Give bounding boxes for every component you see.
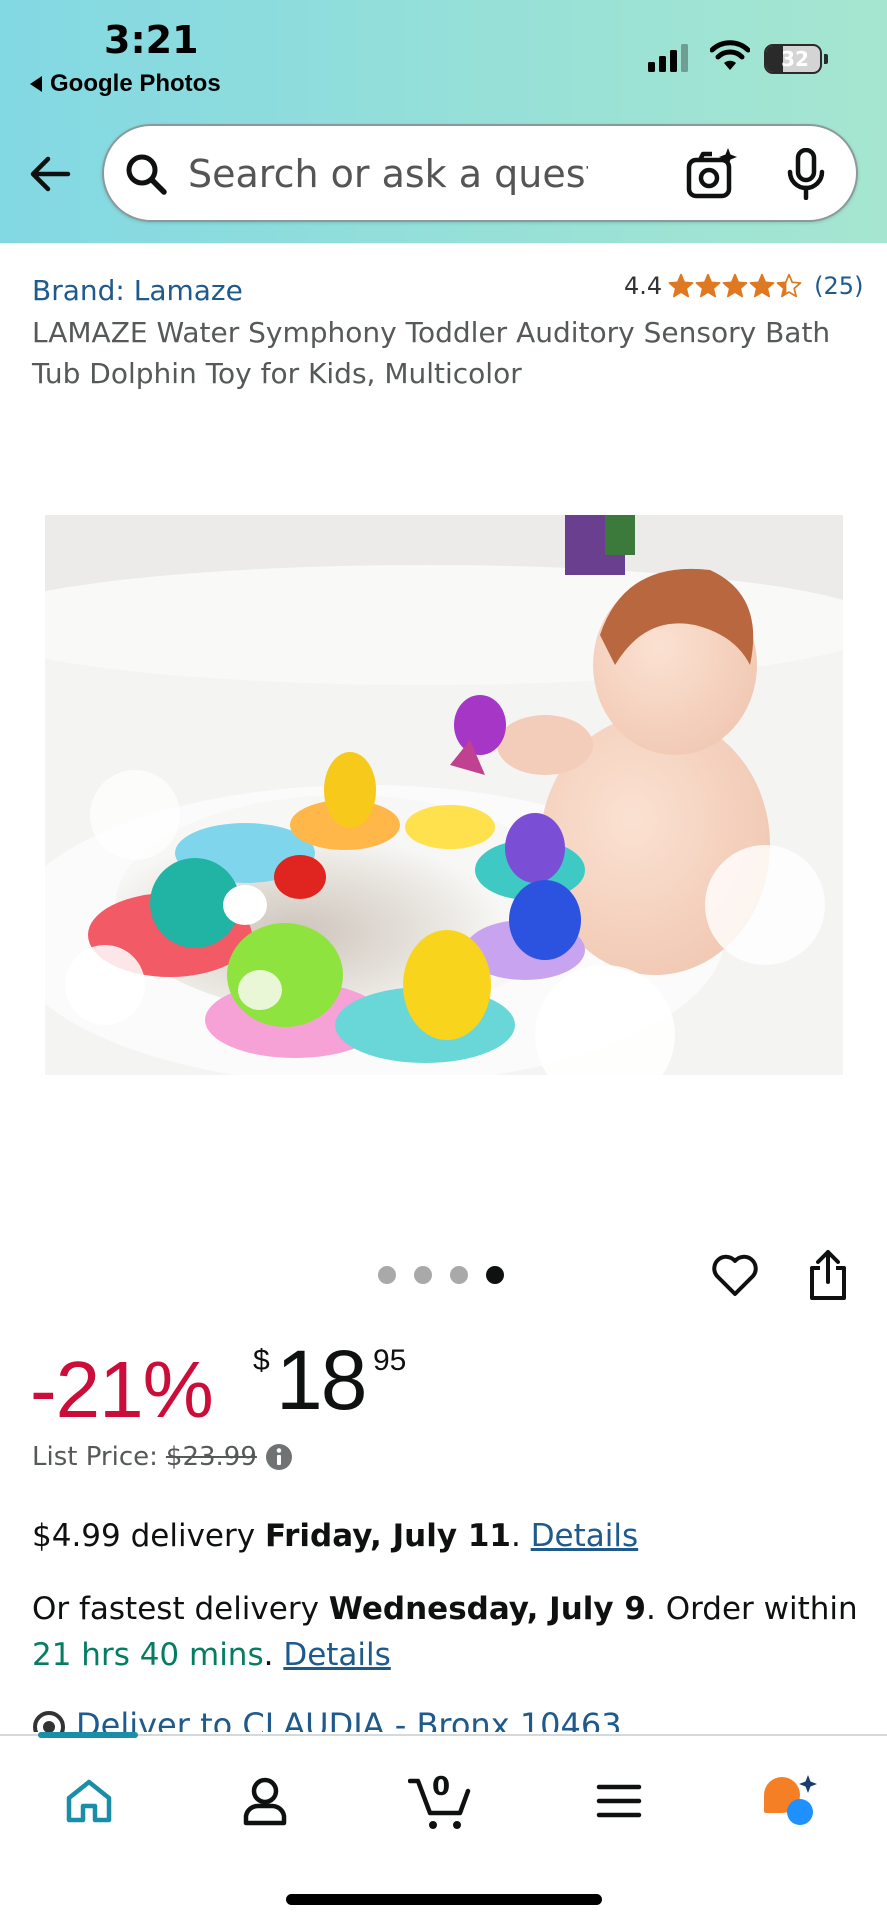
price-fraction: 95 [373, 1344, 407, 1377]
account-icon [243, 1777, 287, 1826]
fastest-prefix: Or fastest delivery [32, 1591, 319, 1627]
list-price-label: List Price: [32, 1442, 158, 1472]
product-title: LAMAZE Water Symphony Toddler Auditory S… [32, 316, 831, 390]
star-icon [749, 273, 775, 298]
camera-icon[interactable] [684, 146, 740, 202]
menu-icon [596, 1784, 642, 1818]
active-tab-indicator [38, 1732, 138, 1738]
tab-account[interactable] [230, 1766, 300, 1836]
discount-percent: -21% [30, 1345, 214, 1434]
brand-link[interactable]: Brand: Lamaze [32, 274, 243, 307]
location-pin-icon [33, 1711, 65, 1732]
deliver-to-text: Deliver to CLAUDIA - Bronx 10463 [76, 1706, 622, 1732]
star-icon [776, 273, 802, 298]
rufus-icon [764, 1775, 817, 1825]
search-icon [126, 154, 167, 195]
fastest-mid: . Order within [645, 1591, 858, 1627]
image-carousel-dots[interactable] [378, 1266, 504, 1284]
delivery-cost: $4.99 delivery [32, 1518, 256, 1554]
carousel-dot[interactable] [414, 1266, 432, 1284]
back-triangle-icon [30, 76, 42, 92]
heart-icon[interactable] [710, 1250, 760, 1300]
star-icon [668, 273, 694, 298]
tab-cart[interactable]: 0 [406, 1766, 476, 1836]
carousel-dot[interactable] [450, 1266, 468, 1284]
back-app-label: Google Photos [50, 70, 221, 97]
list-price: List Price: $23.99 [32, 1442, 293, 1472]
star-icon [722, 273, 748, 298]
back-arrow-icon[interactable] [26, 150, 74, 198]
back-to-app-link[interactable]: Google Photos [30, 70, 221, 98]
carousel-dot[interactable] [378, 1266, 396, 1284]
battery-indicator: 32 [764, 44, 828, 74]
fastest-date: Wednesday, July 9 [328, 1591, 646, 1627]
cart-count-badge: 0 [431, 1772, 451, 1802]
bottom-nav-bar: 0 [0, 1732, 887, 1920]
battery-percent: 32 [781, 47, 809, 71]
tab-rufus-assistant[interactable] [756, 1766, 826, 1836]
product-image[interactable] [45, 515, 843, 1075]
review-count[interactable]: (25) [814, 272, 863, 300]
list-price-value: $23.99 [165, 1442, 257, 1472]
search-bar[interactable] [102, 124, 858, 222]
fastest-delivery: Or fastest delivery Wednesday, July 9. O… [32, 1591, 858, 1673]
share-icon[interactable] [804, 1248, 852, 1302]
home-indicator [286, 1894, 602, 1905]
rating-summary[interactable]: 4.4 (25) [624, 272, 863, 300]
standard-delivery: $4.99 delivery Friday, July 11. Details [32, 1518, 639, 1554]
carousel-dot[interactable] [486, 1266, 504, 1284]
home-icon [66, 1779, 112, 1823]
fastest-details-link[interactable]: Details [283, 1637, 390, 1673]
delivery-details-link[interactable]: Details [531, 1518, 638, 1554]
price-currency-symbol: $ [253, 1344, 270, 1377]
search-input[interactable] [188, 150, 588, 198]
status-time: 3:21 [104, 18, 199, 62]
tab-menu[interactable] [584, 1766, 654, 1836]
rating-value: 4.4 [624, 272, 663, 300]
star-icon [695, 273, 721, 298]
product-photo-illustration [45, 515, 843, 1075]
star-rating [668, 273, 802, 299]
wifi-icon [710, 40, 750, 70]
delivery-date: Friday, July 11 [264, 1518, 511, 1554]
deliver-to-location[interactable]: Deliver to CLAUDIA - Bronx 10463 [32, 1706, 622, 1732]
price-whole: 18 [276, 1333, 367, 1427]
cellular-signal-icon [648, 44, 688, 72]
order-countdown: 21 hrs 40 mins [32, 1637, 264, 1673]
tab-home[interactable] [54, 1766, 124, 1836]
info-icon[interactable] [265, 1443, 293, 1471]
app-header: 3:21 Google Photos 32 [0, 0, 887, 243]
mic-icon[interactable] [786, 148, 826, 200]
